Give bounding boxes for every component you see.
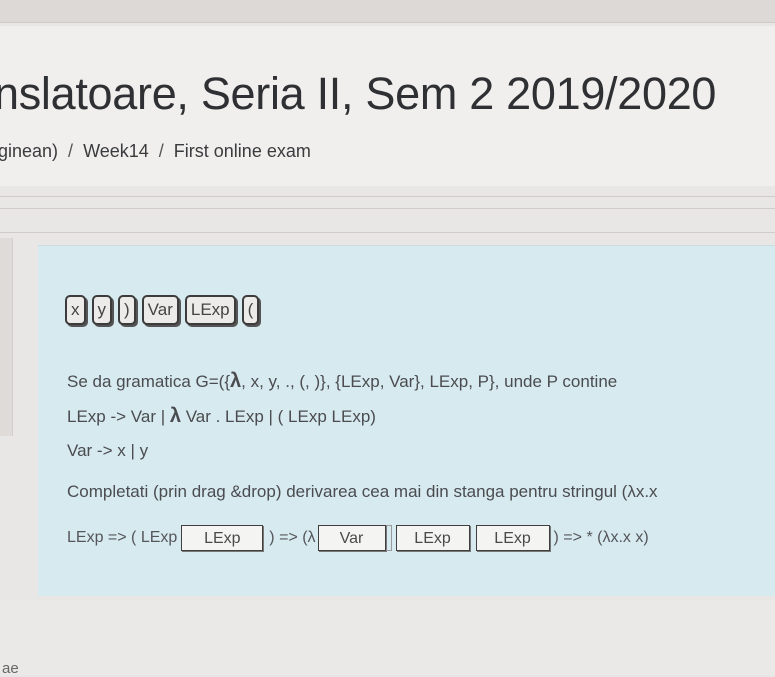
grammar-text-suffix: , x, y, ., (, )}, {LExp, Var}, LExp, P},… [241,372,618,391]
page-footer-area [0,600,775,675]
lambda-symbol: λ [169,405,181,427]
sidebar-fragment-text: ae [2,660,19,677]
rule-lexp-prefix: LExp -> Var | [67,407,170,426]
derivation-end: ) => * (λx.x x) [553,529,649,546]
rule-lexp-suffix: Var . LExp | ( LExp LExp) [180,407,376,426]
drop-zone-2[interactable]: Var [317,525,386,551]
lambda-symbol: λ [230,370,242,392]
drag-item-lexp[interactable]: LExp [184,295,236,325]
top-divider [0,22,775,23]
breadcrumb-separator: / [68,141,74,161]
section-divider [0,232,775,233]
drag-item-x[interactable]: x [65,295,86,325]
question-line-grammar: Se da gramatica G=({λ, x, y, ., (, )}, {… [67,370,617,393]
browser-top-strip [0,0,775,22]
grammar-text-prefix: Se da gramatica G=({ [67,372,231,391]
derivation-line: LExp => ( LExp LExp ) => (λ Var LExp LEx… [67,522,649,554]
breadcrumb-separator: / [158,141,164,161]
question-line-instruction: Completati (prin drag &drop) derivarea c… [67,482,658,501]
drop-zone-3[interactable]: LExp [395,525,470,551]
page-title: nslatoare, Seria II, Sem 2 2019/2020 [0,68,717,119]
drop-zone-4[interactable]: LExp [475,525,550,551]
derivation-start: LExp => ( LExp [67,529,178,546]
question-nav-panel [0,238,13,436]
breadcrumb-item-exam[interactable]: First online exam [174,141,311,162]
drop-zone-1[interactable]: LExp [181,525,264,551]
question-line-rule-lexp: LExp -> Var | λ Var . LExp | ( LExp LExp… [67,405,376,428]
section-divider [0,196,775,197]
drag-item-y[interactable]: y [91,295,112,325]
drag-items-palette: x y ) Var LExp ( [65,295,260,325]
drop-zone-frame [385,525,392,551]
section-divider [0,208,775,209]
breadcrumb: ginean) / Week14 / First online exam [0,141,311,162]
drag-item-open-paren[interactable]: ( [241,295,260,325]
derivation-mid: ) => (λ [269,529,316,546]
drag-item-close-paren[interactable]: ) [118,295,136,325]
breadcrumb-item-week14[interactable]: Week14 [83,141,149,162]
question-line-rule-var: Var -> x | y [67,441,149,460]
drag-item-var[interactable]: Var [141,295,179,325]
breadcrumb-item-course[interactable]: ginean) [0,141,58,162]
